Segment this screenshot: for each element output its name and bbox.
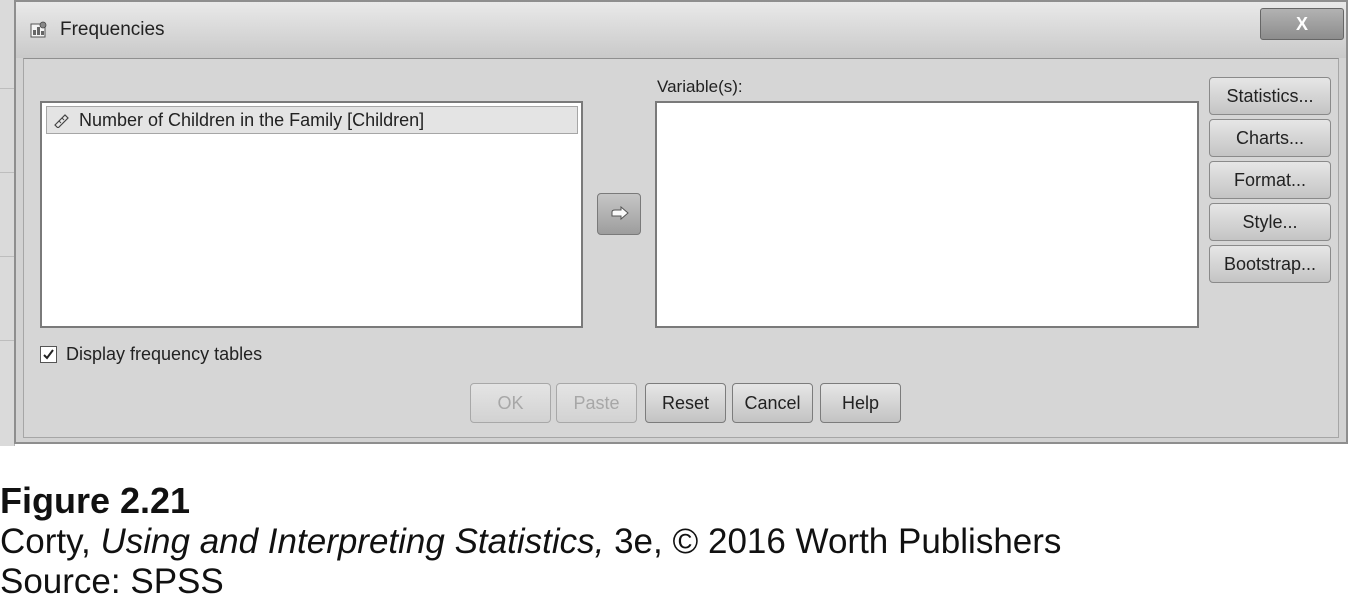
checkbox-label: Display frequency tables xyxy=(66,344,263,364)
bootstrap-button[interactable]: Bootstrap... xyxy=(1209,245,1331,283)
variables-label: Variable(s): xyxy=(657,77,743,96)
figure-source: Source: SPSS xyxy=(0,562,224,601)
background-gridline xyxy=(0,88,14,89)
close-button[interactable]: X xyxy=(1260,8,1344,40)
credit-book-title: Using and Interpreting Statistics, xyxy=(100,522,605,561)
frequencies-window-icon xyxy=(30,21,48,39)
frequencies-dialog: Frequencies X Number of Children in the … xyxy=(14,0,1348,444)
figure-credit: Corty, Using and Interpreting Statistics… xyxy=(0,522,1061,562)
selected-variables-list[interactable] xyxy=(655,101,1199,328)
help-button[interactable]: Help xyxy=(820,383,901,423)
paste-button[interactable]: Paste xyxy=(556,383,637,423)
window-title: Frequencies xyxy=(60,19,165,40)
cancel-button[interactable]: Cancel xyxy=(732,383,813,423)
credit-author: Corty, xyxy=(0,522,101,561)
background-gridline xyxy=(0,256,14,257)
format-button[interactable]: Format... xyxy=(1209,161,1331,199)
move-variable-button[interactable] xyxy=(597,193,641,235)
credit-publisher: 3e, © 2016 Worth Publishers xyxy=(604,522,1062,561)
list-item[interactable]: Number of Children in the Family [Childr… xyxy=(46,106,578,134)
style-button[interactable]: Style... xyxy=(1209,203,1331,241)
background-window-edge xyxy=(0,0,15,446)
display-frequency-tables-checkbox[interactable] xyxy=(40,346,57,363)
source-variable-list[interactable]: Number of Children in the Family [Childr… xyxy=(40,101,583,328)
reset-button[interactable]: Reset xyxy=(645,383,726,423)
list-item-label: Number of Children in the Family [Childr… xyxy=(79,110,425,130)
title-bar[interactable]: Frequencies X xyxy=(16,2,1346,58)
background-gridline xyxy=(0,340,14,341)
dialog-content: Number of Children in the Family [Childr… xyxy=(23,58,1339,438)
scale-ruler-icon xyxy=(53,112,71,129)
figure-number: Figure 2.21 xyxy=(0,480,191,521)
statistics-button[interactable]: Statistics... xyxy=(1209,77,1331,115)
ok-button[interactable]: OK xyxy=(470,383,551,423)
background-gridline xyxy=(0,172,14,173)
charts-button[interactable]: Charts... xyxy=(1209,119,1331,157)
